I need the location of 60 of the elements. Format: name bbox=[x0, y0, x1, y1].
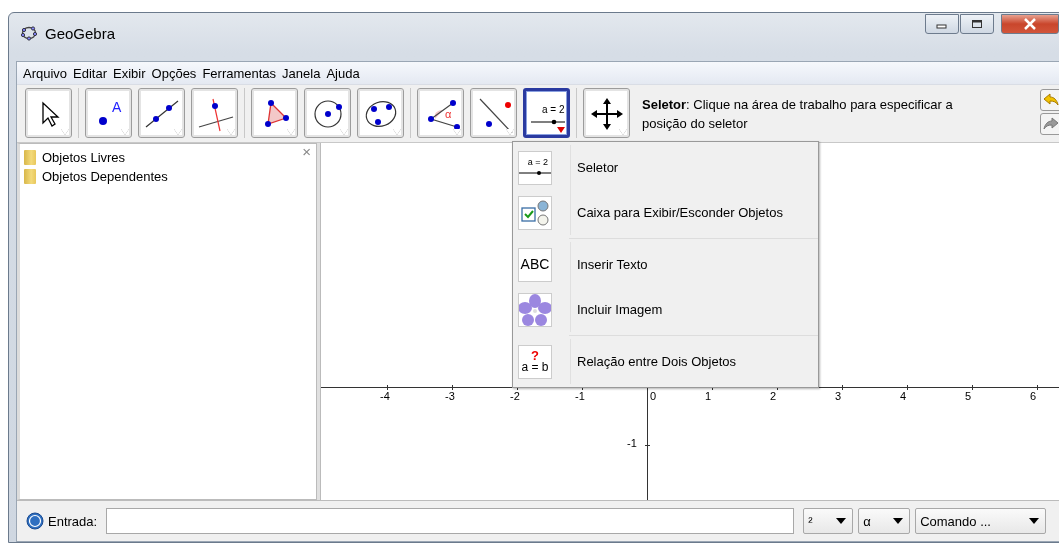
tool-help-text: Seletor: Clique na área de trabalho para especificar a posição do seletor bbox=[642, 96, 954, 133]
close-icon bbox=[1023, 18, 1037, 30]
input-label: Entrada: bbox=[48, 513, 98, 529]
tick-label: 3 bbox=[835, 390, 842, 403]
tick-label: -2 bbox=[510, 390, 520, 403]
tick-label: 0 bbox=[650, 390, 657, 403]
menu-item[interactable]: Editar bbox=[70, 65, 111, 81]
relation-icon: ? a = b bbox=[518, 344, 552, 379]
tick-label: -3 bbox=[445, 390, 455, 403]
tool-button[interactable] bbox=[138, 88, 185, 138]
tick-label: 1 bbox=[705, 390, 712, 403]
help-icon[interactable] bbox=[26, 512, 44, 530]
tool-button[interactable] bbox=[251, 88, 298, 138]
folder-icon bbox=[24, 150, 36, 165]
tick-label: 6 bbox=[1030, 390, 1037, 403]
tick-label: -1 bbox=[627, 437, 638, 450]
folder-label[interactable]: Objetos Dependentes bbox=[42, 169, 168, 184]
caret-icon bbox=[1029, 518, 1040, 524]
menu-item[interactable]: Janela bbox=[279, 65, 324, 81]
menu-item[interactable]: Ferramentas bbox=[199, 65, 280, 81]
dropdown[interactable]: α bbox=[858, 508, 911, 534]
tool-button[interactable] bbox=[25, 88, 72, 138]
menu-item[interactable]: Exibir bbox=[110, 65, 149, 81]
menu-item[interactable]: Incluir Imagem bbox=[513, 287, 818, 332]
redo-button[interactable] bbox=[1040, 113, 1059, 135]
tick-label: 2 bbox=[770, 390, 777, 403]
maximize-button[interactable] bbox=[960, 14, 994, 34]
menu-item[interactable]: Opções bbox=[148, 65, 200, 81]
close-panel-button[interactable]: × bbox=[302, 145, 311, 159]
flower-icon bbox=[518, 292, 552, 327]
minimize-button[interactable] bbox=[925, 14, 959, 34]
menu-item[interactable]: Arquivo bbox=[20, 65, 71, 81]
dropdown[interactable]: ² bbox=[803, 508, 854, 534]
dropdown[interactable]: Comando ... bbox=[915, 508, 1047, 534]
folder-label[interactable]: Objetos Livres bbox=[42, 150, 126, 165]
caret-icon bbox=[893, 518, 904, 524]
tick-label: 4 bbox=[900, 390, 907, 403]
window-title: GeoGebra bbox=[45, 24, 116, 42]
close-button[interactable] bbox=[1001, 14, 1059, 34]
folder-icon bbox=[24, 169, 36, 184]
caret-icon bbox=[836, 518, 847, 524]
checkbox-icon bbox=[518, 195, 552, 230]
text-icon: ABC bbox=[518, 247, 552, 282]
menu-item[interactable]: ABC Inserir Texto bbox=[513, 242, 818, 287]
menu-item[interactable]: Caixa para Exibir/Esconder Objetos bbox=[513, 190, 818, 235]
tick-label: -1 bbox=[575, 390, 585, 403]
tool-button[interactable] bbox=[304, 88, 351, 138]
app-logo-icon bbox=[21, 25, 37, 41]
menu-item[interactable]: Ajuda bbox=[323, 65, 363, 81]
menu-item[interactable]: a = 2 Seletor bbox=[513, 145, 818, 190]
maximize-icon bbox=[971, 19, 983, 29]
tool-button[interactable] bbox=[583, 88, 630, 138]
input-field[interactable] bbox=[106, 508, 795, 534]
tool-button[interactable] bbox=[357, 88, 404, 138]
tick-label: 5 bbox=[965, 390, 972, 403]
tool-button[interactable] bbox=[470, 88, 517, 138]
undo-button[interactable] bbox=[1040, 89, 1059, 111]
tick-label: -4 bbox=[380, 390, 390, 403]
slider-icon: a = 2 bbox=[518, 150, 552, 185]
menu-item[interactable]: ? a = b Relação entre Dois Objetos bbox=[513, 339, 818, 384]
